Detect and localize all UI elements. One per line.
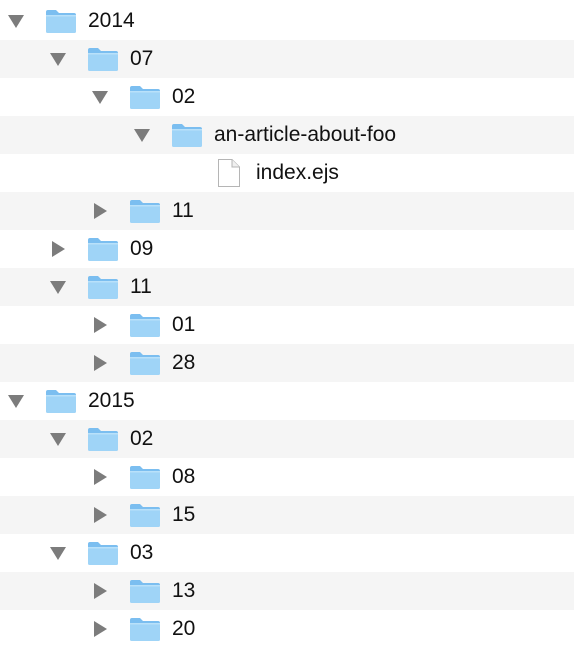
folder-icon xyxy=(87,230,119,268)
folder-row[interactable]: 02 xyxy=(0,78,574,116)
disclosure-triangle-down-icon[interactable] xyxy=(6,382,26,420)
disclosure-triangle-down-icon[interactable] xyxy=(48,40,68,78)
folder-icon xyxy=(129,496,161,534)
disclosure-triangle-right-icon[interactable] xyxy=(90,496,110,534)
folder-row[interactable]: 11 xyxy=(0,192,574,230)
folder-icon xyxy=(129,572,161,610)
folder-row[interactable]: 08 xyxy=(0,458,574,496)
folder-row[interactable]: 01 xyxy=(0,306,574,344)
folder-icon xyxy=(87,40,119,78)
folder-row[interactable]: 13 xyxy=(0,572,574,610)
folder-row[interactable]: 28 xyxy=(0,344,574,382)
disclosure-triangle-down-icon[interactable] xyxy=(90,78,110,116)
disclosure-triangle-down-icon[interactable] xyxy=(48,268,68,306)
folder-icon xyxy=(87,420,119,458)
disclosure-triangle-down-icon[interactable] xyxy=(132,116,152,154)
folder-row[interactable]: an-article-about-foo xyxy=(0,116,574,154)
disclosure-triangle-down-icon[interactable] xyxy=(48,420,68,458)
disclosure-triangle-right-icon[interactable] xyxy=(90,192,110,230)
folder-name: 03 xyxy=(130,541,154,564)
folder-icon xyxy=(87,268,119,306)
file-icon xyxy=(217,154,241,192)
folder-name: 28 xyxy=(172,351,196,374)
folder-name: 15 xyxy=(172,503,196,526)
disclosure-triangle-down-icon[interactable] xyxy=(48,534,68,572)
disclosure-triangle-right-icon[interactable] xyxy=(90,572,110,610)
folder-row[interactable]: 2015 xyxy=(0,382,574,420)
folder-name: 13 xyxy=(172,579,196,602)
folder-icon xyxy=(45,382,77,420)
folder-row[interactable]: 15 xyxy=(0,496,574,534)
folder-row[interactable]: 2014 xyxy=(0,2,574,40)
folder-icon xyxy=(87,534,119,572)
folder-row[interactable]: 09 xyxy=(0,230,574,268)
folder-row[interactable]: 07 xyxy=(0,40,574,78)
folder-row[interactable]: 11 xyxy=(0,268,574,306)
disclosure-triangle-right-icon[interactable] xyxy=(90,344,110,382)
folder-icon xyxy=(129,306,161,344)
folder-row[interactable]: 02 xyxy=(0,420,574,458)
folder-name: 11 xyxy=(172,199,194,222)
folder-icon xyxy=(45,2,77,40)
disclosure-triangle-down-icon[interactable] xyxy=(6,2,26,40)
file-tree: 2014 07 02 an-article-about-foo index.ejs 11 0… xyxy=(0,0,574,650)
folder-icon xyxy=(129,458,161,496)
folder-icon xyxy=(171,116,203,154)
folder-icon xyxy=(129,344,161,382)
file-name: index.ejs xyxy=(256,161,339,184)
folder-row[interactable]: 03 xyxy=(0,534,574,572)
folder-row[interactable]: 20 xyxy=(0,610,574,648)
folder-name: 2014 xyxy=(88,9,135,32)
folder-name: 11 xyxy=(130,275,152,298)
folder-name: 02 xyxy=(130,427,154,450)
disclosure-triangle-right-icon[interactable] xyxy=(90,458,110,496)
folder-name: 08 xyxy=(172,465,196,488)
file-row[interactable]: index.ejs xyxy=(0,154,574,192)
folder-name: an-article-about-foo xyxy=(214,123,397,146)
folder-icon xyxy=(129,192,161,230)
folder-name: 07 xyxy=(130,47,154,70)
folder-name: 09 xyxy=(130,237,154,260)
folder-name: 01 xyxy=(172,313,196,336)
disclosure-triangle-right-icon[interactable] xyxy=(90,306,110,344)
folder-icon xyxy=(129,610,161,648)
disclosure-triangle-right-icon[interactable] xyxy=(48,230,68,268)
folder-name: 02 xyxy=(172,85,196,108)
disclosure-triangle-right-icon[interactable] xyxy=(90,610,110,648)
folder-icon xyxy=(129,78,161,116)
folder-name: 2015 xyxy=(88,389,135,412)
folder-name: 20 xyxy=(172,617,196,640)
